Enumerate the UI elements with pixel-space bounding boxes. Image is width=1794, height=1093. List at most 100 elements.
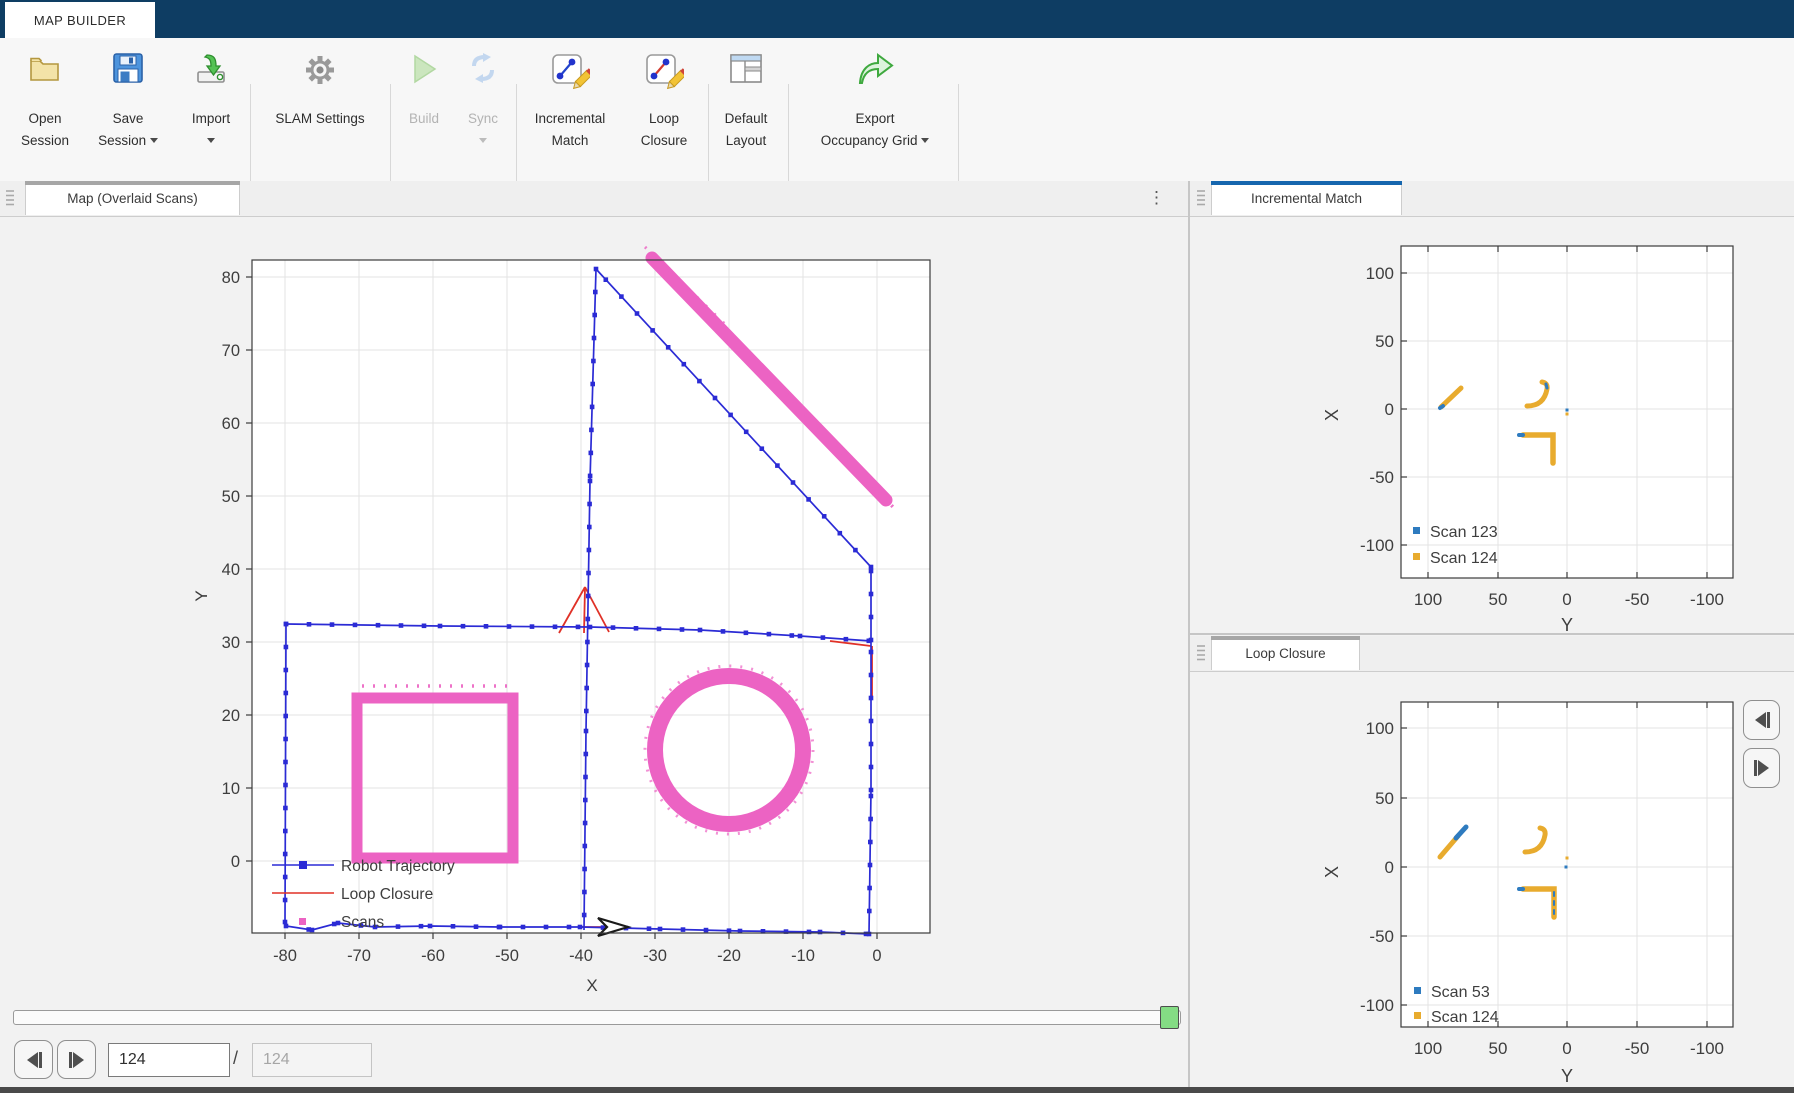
svg-text:0: 0 bbox=[1562, 1039, 1571, 1058]
current-scan-input[interactable]: 124 bbox=[108, 1043, 230, 1077]
ribbon-tab-strip: MAP BUILDER bbox=[0, 0, 1794, 38]
loop-closure-button[interactable]: Loop Closure bbox=[626, 48, 702, 173]
svg-text:50: 50 bbox=[1375, 332, 1394, 351]
open-session-label2: Session bbox=[12, 132, 78, 149]
svg-text:Loop Closure: Loop Closure bbox=[341, 886, 433, 903]
svg-text:-40: -40 bbox=[569, 947, 593, 965]
svg-text:-100: -100 bbox=[1690, 590, 1724, 609]
svg-text:100: 100 bbox=[1366, 719, 1394, 738]
svg-text:50: 50 bbox=[1489, 1039, 1508, 1058]
loop-closure-plot[interactable]: 100500-50-100 100500-50-100 Y X Scan 53 … bbox=[1190, 636, 1794, 1087]
next-scan-button[interactable] bbox=[57, 1040, 96, 1079]
incremental-match-button[interactable]: Incremental Match bbox=[522, 48, 618, 173]
incremental-match-label2: Match bbox=[522, 132, 618, 149]
svg-text:0: 0 bbox=[872, 947, 881, 965]
svg-text:-100: -100 bbox=[1360, 996, 1394, 1015]
step-forward-icon bbox=[66, 1050, 88, 1070]
svg-text:10: 10 bbox=[222, 780, 240, 798]
svg-text:50: 50 bbox=[1489, 590, 1508, 609]
export-icon bbox=[854, 52, 896, 93]
sync-label: Sync bbox=[456, 110, 510, 127]
previous-scan-button[interactable] bbox=[14, 1040, 53, 1079]
save-floppy-icon bbox=[110, 52, 146, 91]
open-session-button[interactable]: Open Session bbox=[12, 48, 78, 173]
x-axis-label: Y bbox=[1561, 1066, 1573, 1086]
gear-icon bbox=[301, 52, 339, 93]
toolstrip: Open Session Save Session Import SLAM Se… bbox=[0, 38, 1794, 182]
y-tick-labels: 100 50 0 -50 -100 bbox=[1360, 264, 1394, 555]
loop-closure-icon bbox=[644, 52, 684, 99]
slam-settings-button[interactable]: SLAM Settings bbox=[258, 48, 382, 173]
loop-closure-label: Loop bbox=[626, 110, 702, 127]
export-dropdown-icon[interactable] bbox=[921, 138, 929, 143]
save-session-label: Save bbox=[84, 110, 172, 127]
svg-text:-80: -80 bbox=[273, 947, 297, 965]
svg-text:40: 40 bbox=[222, 561, 240, 579]
svg-text:-60: -60 bbox=[421, 947, 445, 965]
incremental-match-plot[interactable]: 100500-50-100 100500-50-100 Y X Scan 123… bbox=[1190, 181, 1794, 636]
tab-map-builder[interactable]: MAP BUILDER bbox=[5, 2, 155, 38]
scan-slider-thumb[interactable] bbox=[1160, 1006, 1179, 1029]
folder-icon bbox=[27, 52, 63, 91]
scan-slider[interactable] bbox=[13, 1010, 1181, 1025]
panel-splitter-horizontal[interactable] bbox=[1190, 633, 1794, 635]
svg-text:100: 100 bbox=[1414, 1039, 1442, 1058]
svg-text:60: 60 bbox=[222, 415, 240, 433]
play-icon bbox=[407, 52, 441, 91]
window-bottom-edge bbox=[0, 1087, 1794, 1093]
export-label: Export bbox=[796, 110, 954, 127]
next-loop-closure-button[interactable] bbox=[1743, 748, 1780, 788]
svg-text:100: 100 bbox=[1366, 264, 1394, 283]
map-plot[interactable]: 80706050403020100 -80-70-60-50-40-30-20-… bbox=[0, 181, 1188, 1003]
svg-text:0: 0 bbox=[1562, 590, 1571, 609]
sync-button[interactable]: Sync bbox=[456, 48, 510, 173]
import-button[interactable]: Import bbox=[182, 48, 240, 173]
svg-text:70: 70 bbox=[222, 342, 240, 360]
svg-text:80: 80 bbox=[222, 269, 240, 287]
svg-text:0: 0 bbox=[1385, 400, 1394, 419]
svg-text:-30: -30 bbox=[643, 947, 667, 965]
loop-closure-label2: Closure bbox=[626, 132, 702, 149]
svg-text:-50: -50 bbox=[1625, 1039, 1650, 1058]
svg-text:-70: -70 bbox=[347, 947, 371, 965]
import-dropdown-icon[interactable] bbox=[207, 138, 215, 143]
save-session-button[interactable]: Save Session bbox=[84, 48, 172, 173]
svg-text:-50: -50 bbox=[1625, 590, 1650, 609]
default-layout-label2: Layout bbox=[714, 132, 778, 149]
step-back-icon bbox=[23, 1050, 45, 1070]
scan-count-separator: / bbox=[233, 1048, 238, 1069]
svg-text:-10: -10 bbox=[791, 947, 815, 965]
build-button[interactable]: Build bbox=[398, 48, 450, 173]
x-tick-labels: 100500-50-100 bbox=[1414, 590, 1724, 609]
svg-text:Scan 124: Scan 124 bbox=[1431, 1009, 1499, 1026]
x-axis-label: Y bbox=[1561, 615, 1573, 635]
export-occupancy-grid-button[interactable]: Export Occupancy Grid bbox=[796, 48, 954, 173]
svg-text:Scans: Scans bbox=[341, 914, 384, 931]
default-layout-label: Default bbox=[714, 110, 778, 127]
svg-text:Scan 124: Scan 124 bbox=[1430, 550, 1498, 567]
build-label: Build bbox=[398, 110, 450, 127]
x-tick-labels: -80-70-60-50-40-30-20-100 bbox=[273, 947, 882, 965]
svg-text:-20: -20 bbox=[717, 947, 741, 965]
step-back-icon bbox=[1751, 710, 1773, 730]
x-axis-label: X bbox=[586, 976, 597, 995]
svg-text:-100: -100 bbox=[1690, 1039, 1724, 1058]
svg-text:50: 50 bbox=[1375, 789, 1394, 808]
svg-text:30: 30 bbox=[222, 634, 240, 652]
default-layout-icon bbox=[728, 52, 764, 91]
slam-settings-label: SLAM Settings bbox=[258, 110, 382, 127]
save-session-label2: Session bbox=[84, 132, 172, 149]
import-icon bbox=[193, 52, 229, 91]
slam-map-builder-app: MAP BUILDER Open Session Save Session Im… bbox=[0, 0, 1794, 1093]
svg-text:-100: -100 bbox=[1360, 536, 1394, 555]
previous-loop-closure-button[interactable] bbox=[1743, 700, 1780, 740]
y-tick-labels: 80706050403020100 bbox=[222, 269, 240, 871]
svg-text:-50: -50 bbox=[1369, 468, 1394, 487]
incremental-match-icon bbox=[550, 52, 590, 99]
total-scans-field: 124 bbox=[252, 1043, 372, 1077]
default-layout-button[interactable]: Default Layout bbox=[714, 48, 778, 173]
step-forward-icon bbox=[1751, 758, 1773, 778]
svg-text:-50: -50 bbox=[1369, 927, 1394, 946]
save-dropdown-icon[interactable] bbox=[150, 138, 158, 143]
import-label: Import bbox=[182, 110, 240, 127]
